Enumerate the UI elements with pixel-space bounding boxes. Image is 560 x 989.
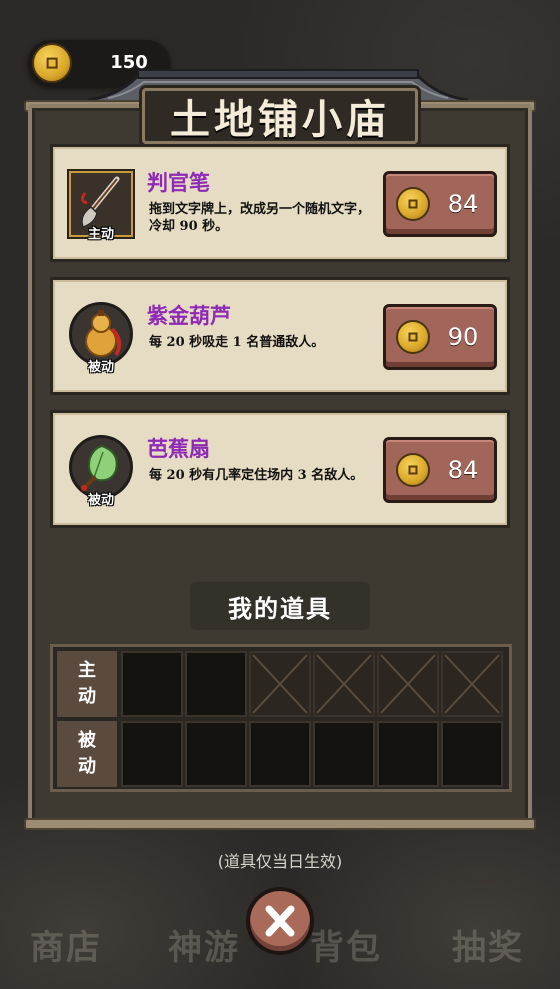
buy-button[interactable]: 90	[383, 304, 497, 370]
item-description: 每 20 秒有几率定住场内 3 名敌人。	[149, 468, 364, 483]
row-label-active: 主 动	[57, 651, 117, 717]
nav-travel: 神游	[168, 928, 240, 968]
coin-icon	[396, 320, 430, 354]
active-slot[interactable]	[121, 651, 183, 717]
passive-slot[interactable]	[313, 721, 375, 787]
locked-slot	[313, 651, 375, 717]
passive-slot[interactable]	[377, 721, 439, 787]
row-label-passive: 被 动	[57, 721, 117, 787]
shop-title: 土地铺小庙	[170, 96, 390, 143]
shop-item-card: 被动 芭蕉扇 每 20 秒有几率定住场内 3 名敌人。 84	[50, 410, 510, 528]
coin-icon	[396, 453, 430, 487]
item-icon-frame: 被动	[67, 302, 137, 375]
item-description: 拖到文字牌上，改成另一个随机文字，冷却 90 秒。	[149, 202, 371, 234]
nav-shop: 商店	[30, 928, 102, 968]
board-bottom-beam	[24, 818, 536, 830]
item-price: 84	[447, 190, 479, 218]
shop-item-card: 被动 紫金葫芦 每 20 秒吸走 1 名普通敌人。 90	[50, 277, 510, 395]
row-label-char: 被	[78, 730, 96, 751]
item-type-tag: 被动	[87, 360, 114, 375]
close-icon	[265, 905, 295, 937]
coin-icon	[32, 43, 72, 83]
passive-slot[interactable]	[249, 721, 311, 787]
item-icon-frame: 主动	[67, 169, 137, 242]
item-type-tag: 主动	[87, 227, 114, 242]
item-description: 每 20 秒吸走 1 名普通敌人。	[149, 335, 325, 350]
item-validity-note: (道具仅当日生效)	[217, 852, 343, 871]
item-type-tag: 被动	[87, 493, 114, 508]
shop-item-card: 主动 判官笔 拖到文字牌上，改成另一个随机文字，冷却 90 秒。 84	[50, 144, 510, 262]
row-label-char: 动	[78, 686, 96, 707]
item-name: 芭蕉扇	[147, 436, 210, 461]
passive-slot[interactable]	[121, 721, 183, 787]
row-label-char: 主	[78, 660, 96, 681]
row-label-char: 动	[78, 756, 96, 777]
nav-bag: 背包	[310, 928, 382, 968]
locked-slot	[377, 651, 439, 717]
item-name: 紫金葫芦	[147, 303, 231, 328]
inventory-grid: 主 动 被 动	[50, 644, 512, 792]
item-icon-frame: 被动	[67, 435, 137, 508]
locked-slot	[249, 651, 311, 717]
inventory-title: 我的道具	[190, 582, 370, 630]
shop-title-plate: 土地铺小庙	[142, 88, 418, 144]
close-button[interactable]	[246, 887, 314, 955]
passive-slot[interactable]	[441, 721, 503, 787]
coin-icon	[396, 187, 430, 221]
nav-lottery: 抽奖	[452, 928, 524, 968]
item-name: 判官笔	[147, 170, 210, 195]
buy-button[interactable]: 84	[383, 171, 497, 237]
buy-button[interactable]: 84	[383, 437, 497, 503]
item-price: 84	[447, 456, 479, 484]
locked-slot	[441, 651, 503, 717]
passive-slot[interactable]	[185, 721, 247, 787]
item-price: 90	[447, 323, 479, 351]
active-slot[interactable]	[185, 651, 247, 717]
